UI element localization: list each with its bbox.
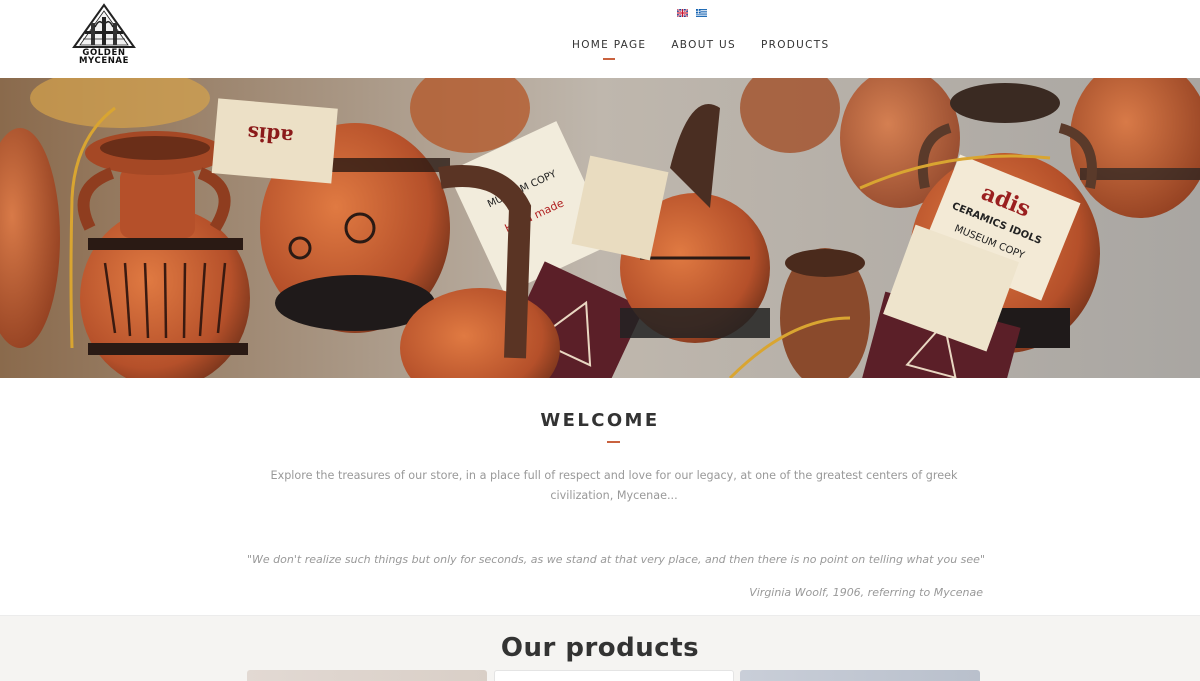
site-logo[interactable]: GOLDEN MYCENAE (68, 3, 140, 71)
nav-about[interactable]: ABOUT US (671, 39, 736, 51)
main-nav: HOME PAGE ABOUT US PRODUCTS (572, 39, 854, 60)
greek-flag-icon[interactable] (696, 9, 707, 17)
products-section: Our products (0, 615, 1200, 681)
logo-line-2: MYCENAE (78, 56, 130, 66)
product-card[interactable] (494, 670, 734, 681)
language-switcher (677, 9, 707, 17)
welcome-title: WELCOME (540, 410, 660, 431)
title-underline (607, 441, 620, 443)
products-title: Our products (500, 633, 700, 663)
product-card[interactable] (740, 670, 980, 681)
quote-author: Virginia Woolf, 1906, referring to Mycen… (749, 586, 983, 599)
welcome-text: Explore the treasures of our store, in a… (270, 469, 958, 502)
site-header: GOLDEN MYCENAE HOME PAGE ABOUT US PRODUC… (0, 0, 1200, 78)
uk-flag-icon[interactable] (677, 9, 688, 17)
product-card[interactable] (247, 670, 487, 681)
quote-text: "We don't realize such things but only f… (246, 553, 986, 566)
nav-products[interactable]: PRODUCTS (761, 39, 829, 51)
svg-text:adis: adis (246, 121, 294, 149)
nav-home[interactable]: HOME PAGE (572, 39, 646, 60)
hero-ceramics-image: adis MUSEUM COPY Hand made adis CERAMICS… (0, 78, 1200, 378)
hero-banner: adis MUSEUM COPY Hand made adis CERAMICS… (0, 78, 1200, 378)
mycenae-gate-icon (72, 3, 136, 48)
